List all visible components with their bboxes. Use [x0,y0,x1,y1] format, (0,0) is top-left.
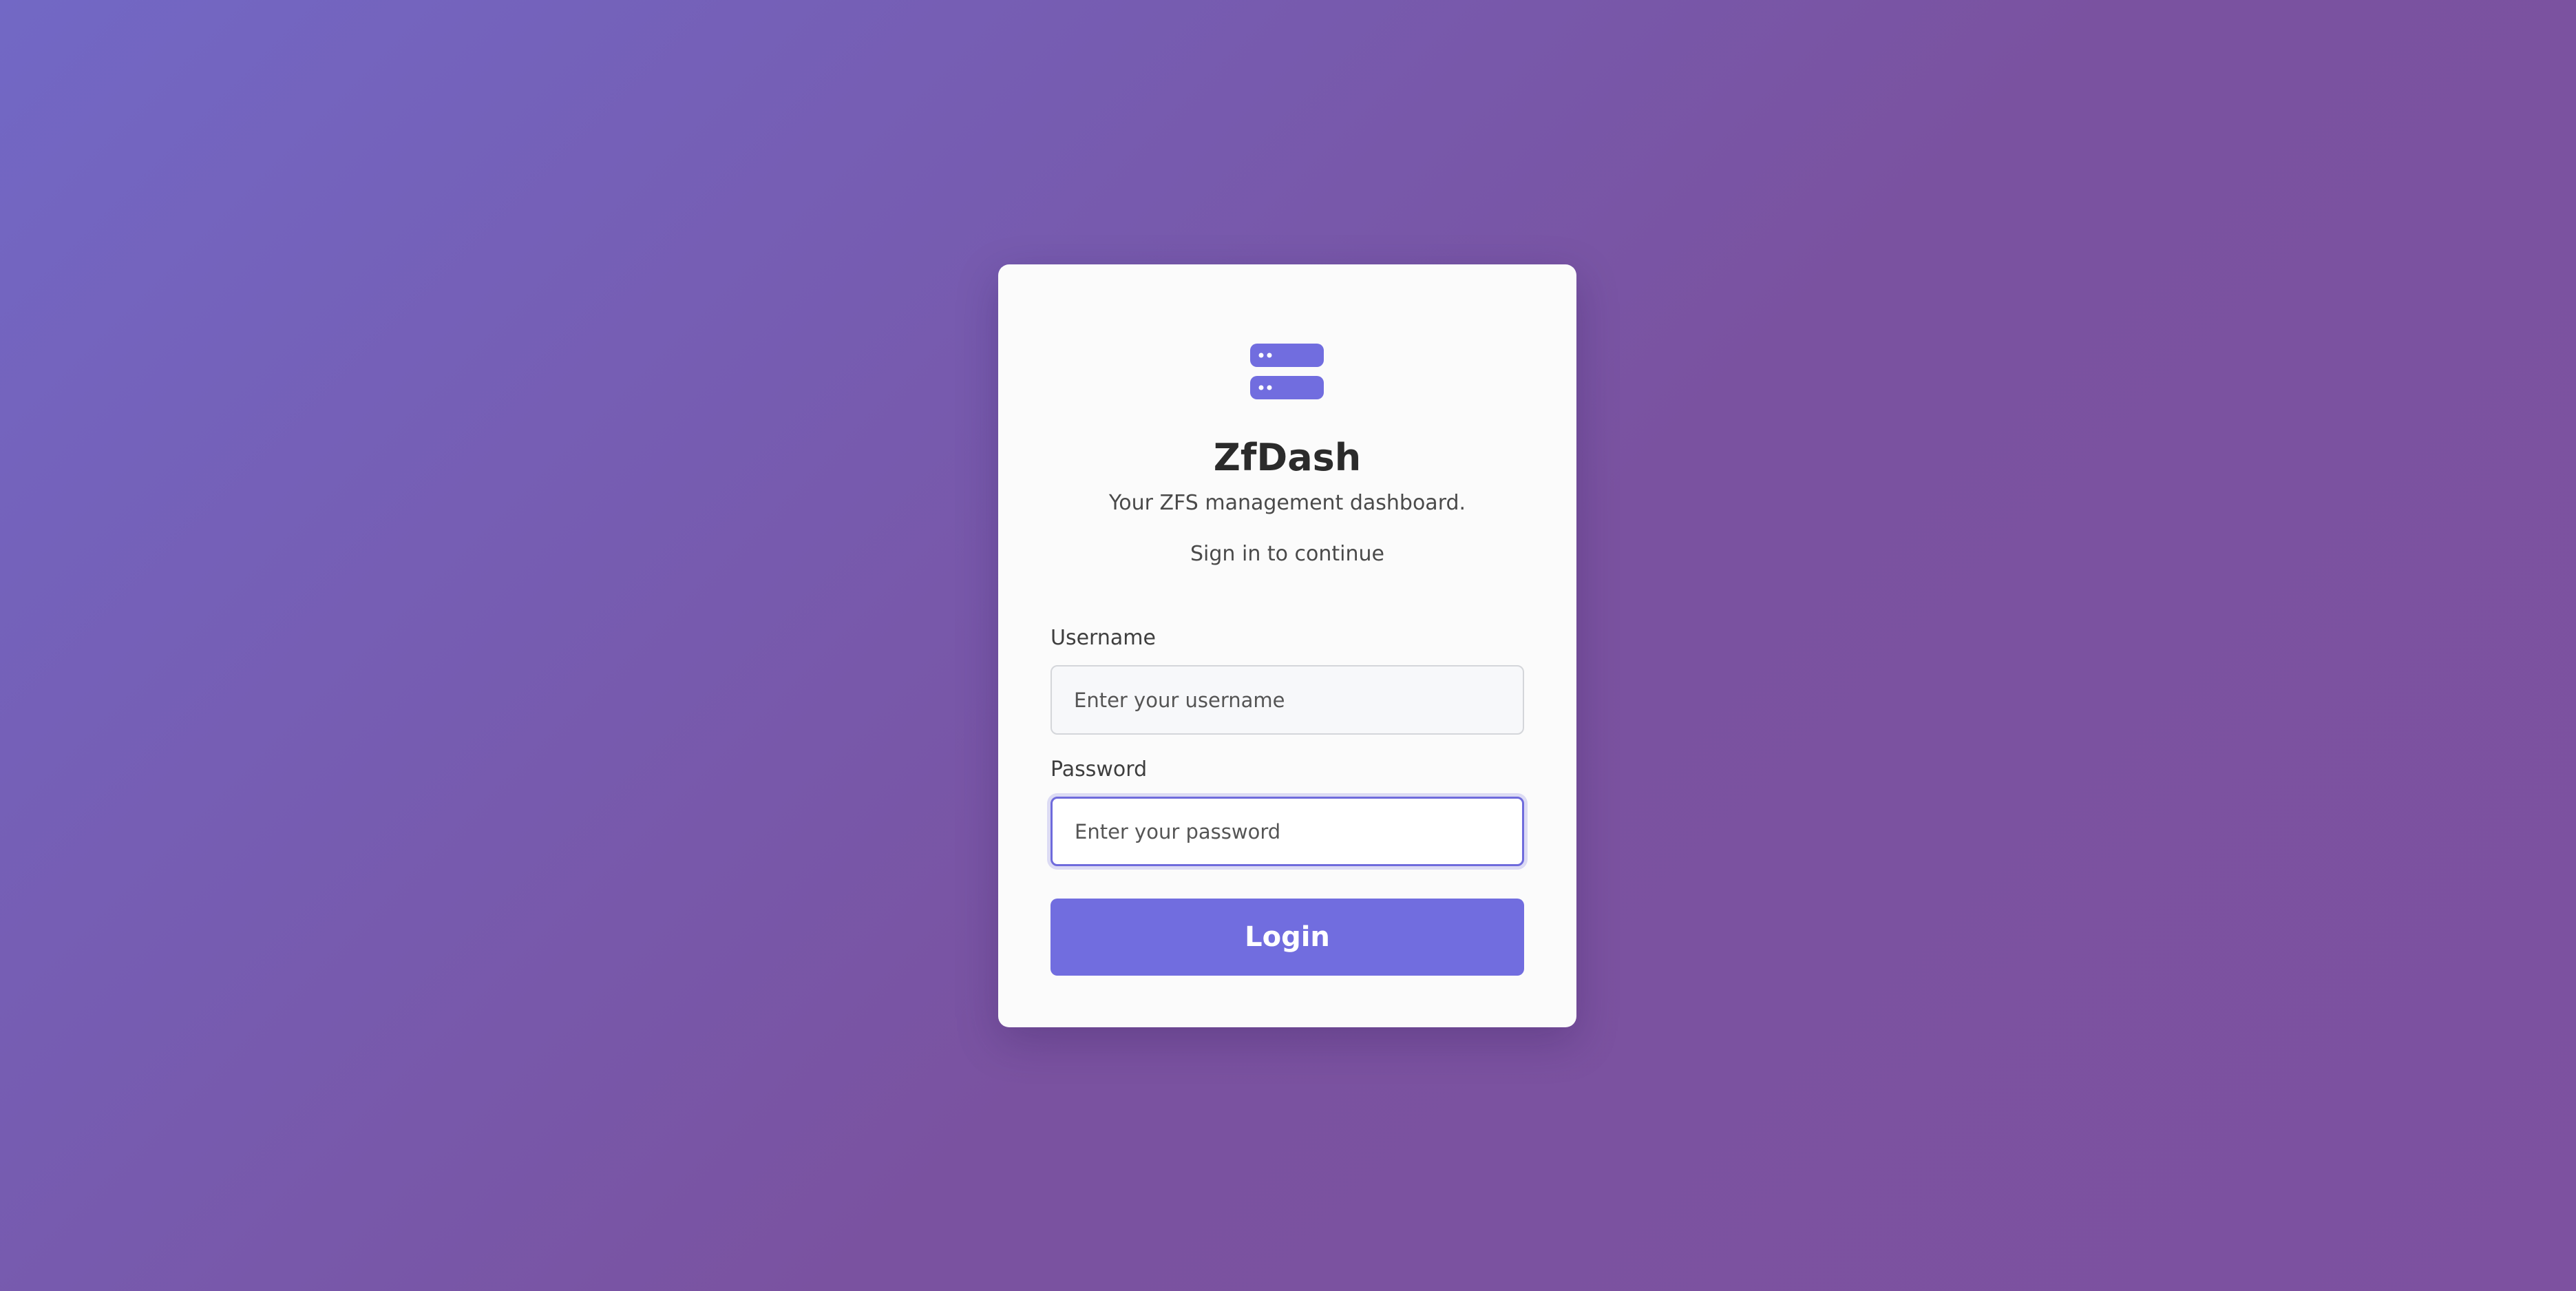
password-label: Password [1051,757,1148,781]
login-button[interactable]: Login [1051,899,1524,976]
server-icon [1250,344,1324,400]
app-title: ZfDash [1213,436,1362,479]
sign-in-prompt: Sign in to continue [1190,542,1384,566]
app-tagline: Your ZFS management dashboard. [1108,491,1466,515]
password-input[interactable] [1051,797,1524,866]
username-input[interactable] [1051,665,1524,735]
login-card: ZfDash Your ZFS management dashboard. Si… [998,264,1576,1027]
username-label: Username [1051,626,1156,650]
